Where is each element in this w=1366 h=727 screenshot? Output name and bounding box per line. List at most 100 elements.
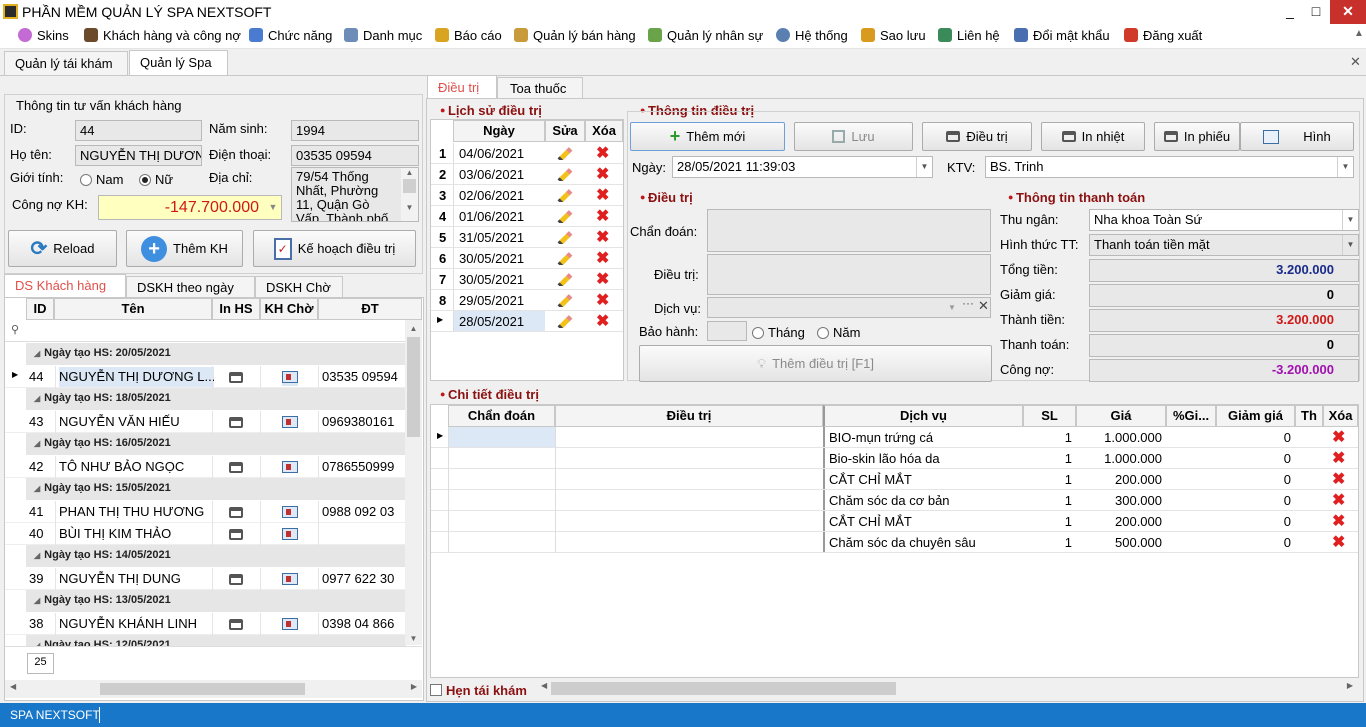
history-row[interactable]: 3 02/06/2021 ✖ <box>431 185 623 206</box>
table-row[interactable]: ▶ 44 NGUYỄN THỊ DƯƠNG L... 03535 09594 <box>5 366 405 388</box>
detail-col-discount[interactable]: Giảm giá <box>1216 405 1295 427</box>
col-header-phone[interactable]: ĐT <box>318 298 422 320</box>
history-col-delete[interactable]: Xóa <box>585 120 623 142</box>
edit-history-button[interactable] <box>557 292 573 307</box>
debt-dropdown-arrow-icon[interactable]: ▼ <box>265 196 281 219</box>
print-profile-button[interactable] <box>229 573 243 588</box>
waiting-card-button[interactable] <box>282 528 298 543</box>
recheck-checkbox[interactable]: Hẹn tái khám <box>430 680 538 700</box>
history-col-date[interactable]: Ngày <box>453 120 545 142</box>
warranty-year-radio[interactable]: Năm <box>817 325 860 340</box>
close-tab-icon[interactable]: ✕ <box>1350 54 1361 70</box>
menu-logout[interactable]: Đăng xuất <box>1124 28 1202 43</box>
date-picker[interactable]: 28/05/2021 11:39:03 ▼ <box>672 156 933 178</box>
treat-print-button[interactable]: Điều trị <box>922 122 1032 151</box>
history-row[interactable]: 2 03/06/2021 ✖ <box>431 164 623 185</box>
reload-button[interactable]: ⟳ Reload <box>8 230 117 267</box>
filter-row[interactable] <box>5 320 422 342</box>
delete-detail-button[interactable]: ✖ <box>1332 493 1345 508</box>
group-row[interactable]: ◢ Ngày tạo HS: 20/05/2021 <box>26 343 406 365</box>
waiting-card-button[interactable] <box>282 461 298 476</box>
waiting-card-button[interactable] <box>282 573 298 588</box>
service-select[interactable]: ▼ ··· ✕ <box>707 297 991 318</box>
collapse-icon[interactable]: ◢ <box>34 439 40 448</box>
edit-history-button[interactable] <box>557 166 573 181</box>
detail-row[interactable]: CẮT CHỈ MẮT 1 200.000 0 ✖ <box>431 469 1358 490</box>
tab-treatment[interactable]: Điều trị <box>427 75 497 99</box>
delete-history-button[interactable]: ✖ <box>596 230 609 245</box>
delete-history-button[interactable]: ✖ <box>596 272 609 287</box>
add-customer-button[interactable]: + Thêm KH <box>126 230 243 267</box>
cashier-select[interactable]: Nha khoa Toàn Sứ ▼ <box>1089 209 1359 231</box>
maximize-button[interactable]: □ <box>1304 0 1328 24</box>
detail-row[interactable]: ▶ BIO-mụn trứng cá 1 1.000.000 0 ✖ <box>431 427 1358 448</box>
print-profile-button[interactable] <box>229 461 243 476</box>
save-button[interactable]: Lưu <box>794 122 913 151</box>
edit-history-button[interactable] <box>557 229 573 244</box>
detail-col-total[interactable]: Th <box>1295 405 1323 427</box>
table-row[interactable]: 43 NGUYỄN VĂN HIẾU 0969380161 <box>5 411 405 433</box>
collapse-icon[interactable]: ◢ <box>34 551 40 560</box>
collapse-icon[interactable]: ◢ <box>34 349 40 358</box>
discount-field[interactable]: 0 <box>1089 284 1359 307</box>
menu-change-password[interactable]: Đổi mật khẩu <box>1014 28 1110 43</box>
delete-history-button[interactable]: ✖ <box>596 167 609 182</box>
thermal-print-button[interactable]: In nhiệt <box>1041 122 1145 151</box>
waiting-card-button[interactable] <box>282 618 298 633</box>
history-col-edit[interactable]: Sửa <box>545 120 585 142</box>
treatment-textarea[interactable] <box>707 254 991 295</box>
col-header-print[interactable]: In HS <box>212 298 260 320</box>
menu-skins[interactable]: Skins <box>18 28 69 43</box>
menu-backup[interactable]: Sao lưu <box>861 28 926 43</box>
col-header-id[interactable]: ID <box>26 298 54 320</box>
gender-female-radio[interactable]: Nữ <box>139 172 173 187</box>
edit-history-button[interactable] <box>557 271 573 286</box>
detail-row[interactable]: Bio-skin lão hóa da 1 1.000.000 0 ✖ <box>431 448 1358 469</box>
collapse-icon[interactable]: ◢ <box>34 484 40 493</box>
diagnosis-textarea[interactable] <box>707 209 991 252</box>
delete-history-button[interactable]: ✖ <box>596 209 609 224</box>
history-row[interactable]: 4 01/06/2021 ✖ <box>431 206 623 227</box>
paid-field[interactable]: 0 <box>1089 334 1359 357</box>
table-row[interactable]: 42 TÔ NHƯ BẢO NGỌC 0786550999 <box>5 456 405 478</box>
tab-waiting-customers[interactable]: DSKH Chờ <box>255 276 343 298</box>
menu-functions[interactable]: Chức năng <box>249 28 332 43</box>
menu-reports[interactable]: Báo cáo <box>435 28 502 43</box>
detail-col-price[interactable]: Giá <box>1076 405 1166 427</box>
history-row[interactable]: 1 04/06/2021 ✖ <box>431 143 623 164</box>
customer-grid-scrollbar[interactable]: ▲ ▼ <box>405 320 422 645</box>
delete-history-button[interactable]: ✖ <box>596 314 609 329</box>
group-row[interactable]: ◢ Ngày tạo HS: 15/05/2021 <box>26 478 406 500</box>
history-row[interactable]: ▶ 28/05/2021 ✖ <box>431 311 623 332</box>
tab-customers-by-date[interactable]: DSKH theo ngày <box>126 276 255 298</box>
edit-history-button[interactable] <box>557 313 573 328</box>
minimize-button[interactable]: _ <box>1278 0 1302 24</box>
delete-detail-button[interactable]: ✖ <box>1332 514 1345 529</box>
print-profile-button[interactable] <box>229 618 243 633</box>
add-treatment-button[interactable]: 💡︎ Thêm điều trị [F1] <box>639 345 992 382</box>
print-profile-button[interactable] <box>229 416 243 431</box>
ellipsis-icon[interactable]: ··· <box>962 298 974 310</box>
waiting-card-button[interactable] <box>282 371 298 386</box>
warranty-month-radio[interactable]: Tháng <box>752 325 805 340</box>
delete-history-button[interactable]: ✖ <box>596 188 609 203</box>
group-row[interactable]: ◢ Ngày tạo HS: 13/05/2021 <box>26 590 406 612</box>
detail-col-diagnosis[interactable]: Chẩn đoán <box>448 405 555 427</box>
treatment-plan-button[interactable]: ✓ Kế hoạch điều trị <box>253 230 416 267</box>
detail-col-qty[interactable]: SL <box>1023 405 1076 427</box>
warranty-input[interactable] <box>707 321 747 341</box>
delete-detail-button[interactable]: ✖ <box>1332 451 1345 466</box>
table-row[interactable]: 38 NGUYỄN KHÁNH LINH 0398 04 866 <box>5 613 405 635</box>
payment-method-select[interactable]: Thanh toán tiền mặt ▼ <box>1089 234 1359 256</box>
group-row[interactable]: ◢ Ngày tạo HS: 16/05/2021 <box>26 433 406 455</box>
menu-staff[interactable]: Quản lý nhân sự <box>648 28 763 43</box>
detail-row[interactable]: Chăm sóc da chuyên sâu 1 500.000 0 ✖ <box>431 532 1358 553</box>
table-row[interactable]: 41 PHAN THỊ THU HƯƠNG 0988 092 03 <box>5 501 405 523</box>
delete-history-button[interactable]: ✖ <box>596 146 609 161</box>
detail-col-service[interactable]: Dịch vụ <box>823 405 1023 427</box>
menu-contact[interactable]: Liên hệ <box>938 28 1000 43</box>
detail-col-percent[interactable]: %Gi... <box>1166 405 1216 427</box>
group-row[interactable]: ◢ Ngày tạo HS: 14/05/2021 <box>26 545 406 567</box>
gender-male-radio[interactable]: Nam <box>80 172 123 187</box>
tab-customer-list[interactable]: DS Khách hàng <box>4 274 126 298</box>
